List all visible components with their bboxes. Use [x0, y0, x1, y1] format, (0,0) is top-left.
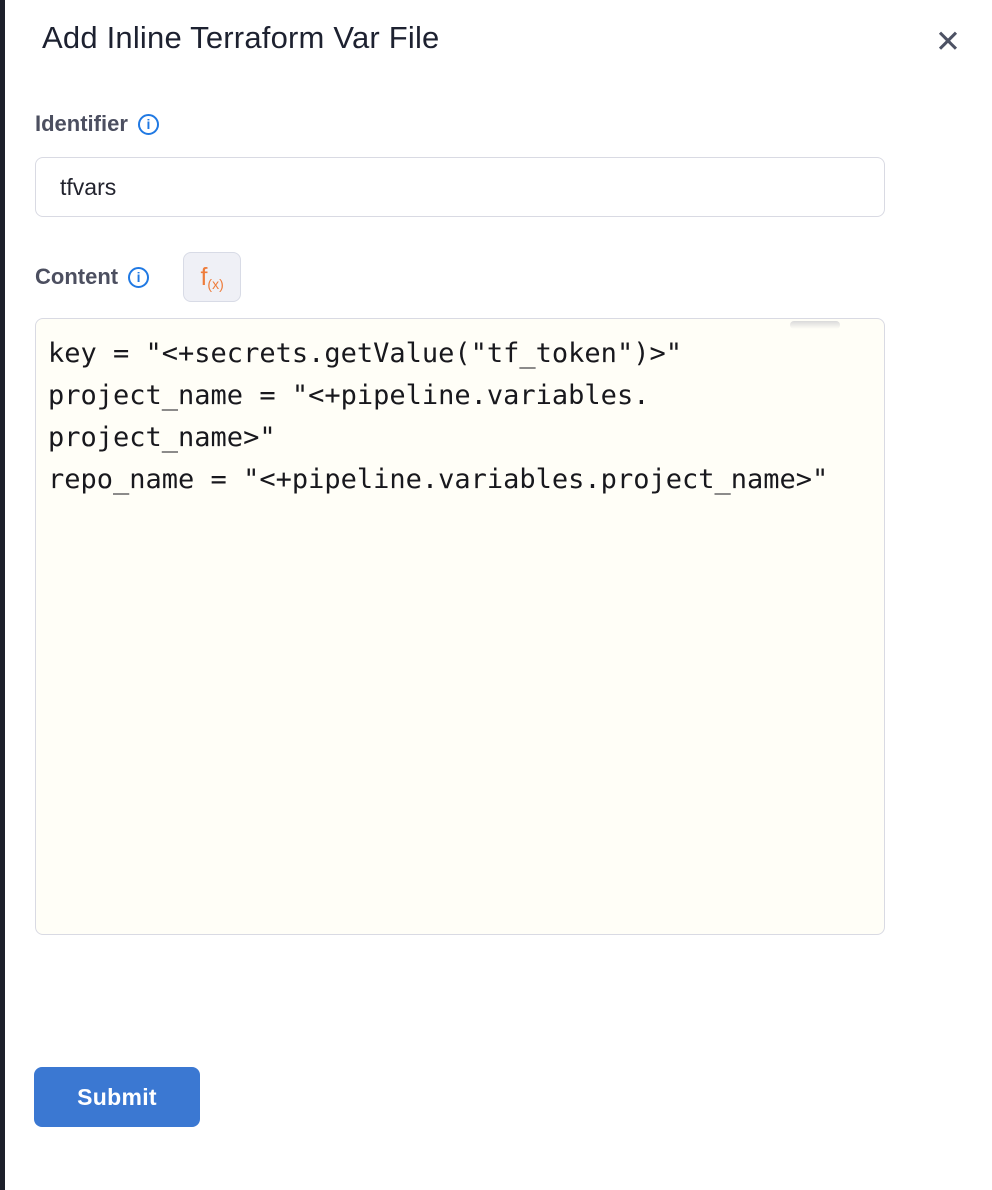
fx-icon: f: [200, 265, 207, 290]
add-inline-terraform-var-file-drawer: Add Inline Terraform Var File ✕ Identifi…: [0, 0, 992, 1190]
close-icon[interactable]: ✕: [926, 20, 970, 64]
content-editor[interactable]: key = "<+secrets.getValue("tf_token")>" …: [35, 318, 885, 935]
info-icon[interactable]: i: [128, 267, 149, 288]
content-code[interactable]: key = "<+secrets.getValue("tf_token")>" …: [48, 333, 872, 501]
content-label-row: Content i f(x): [35, 252, 241, 302]
fx-icon-sub: (x): [207, 277, 223, 291]
identifier-label: Identifier: [35, 111, 128, 137]
identifier-input[interactable]: [35, 157, 885, 217]
drawer-left-edge: [0, 0, 5, 1190]
scrollbar-thumb-artifact: [790, 321, 840, 329]
submit-button[interactable]: Submit: [34, 1067, 200, 1127]
content-label: Content: [35, 264, 118, 290]
expression-fx-button[interactable]: f(x): [183, 252, 241, 302]
identifier-label-row: Identifier i: [35, 111, 159, 137]
page-title: Add Inline Terraform Var File: [42, 20, 439, 56]
info-icon[interactable]: i: [138, 114, 159, 135]
